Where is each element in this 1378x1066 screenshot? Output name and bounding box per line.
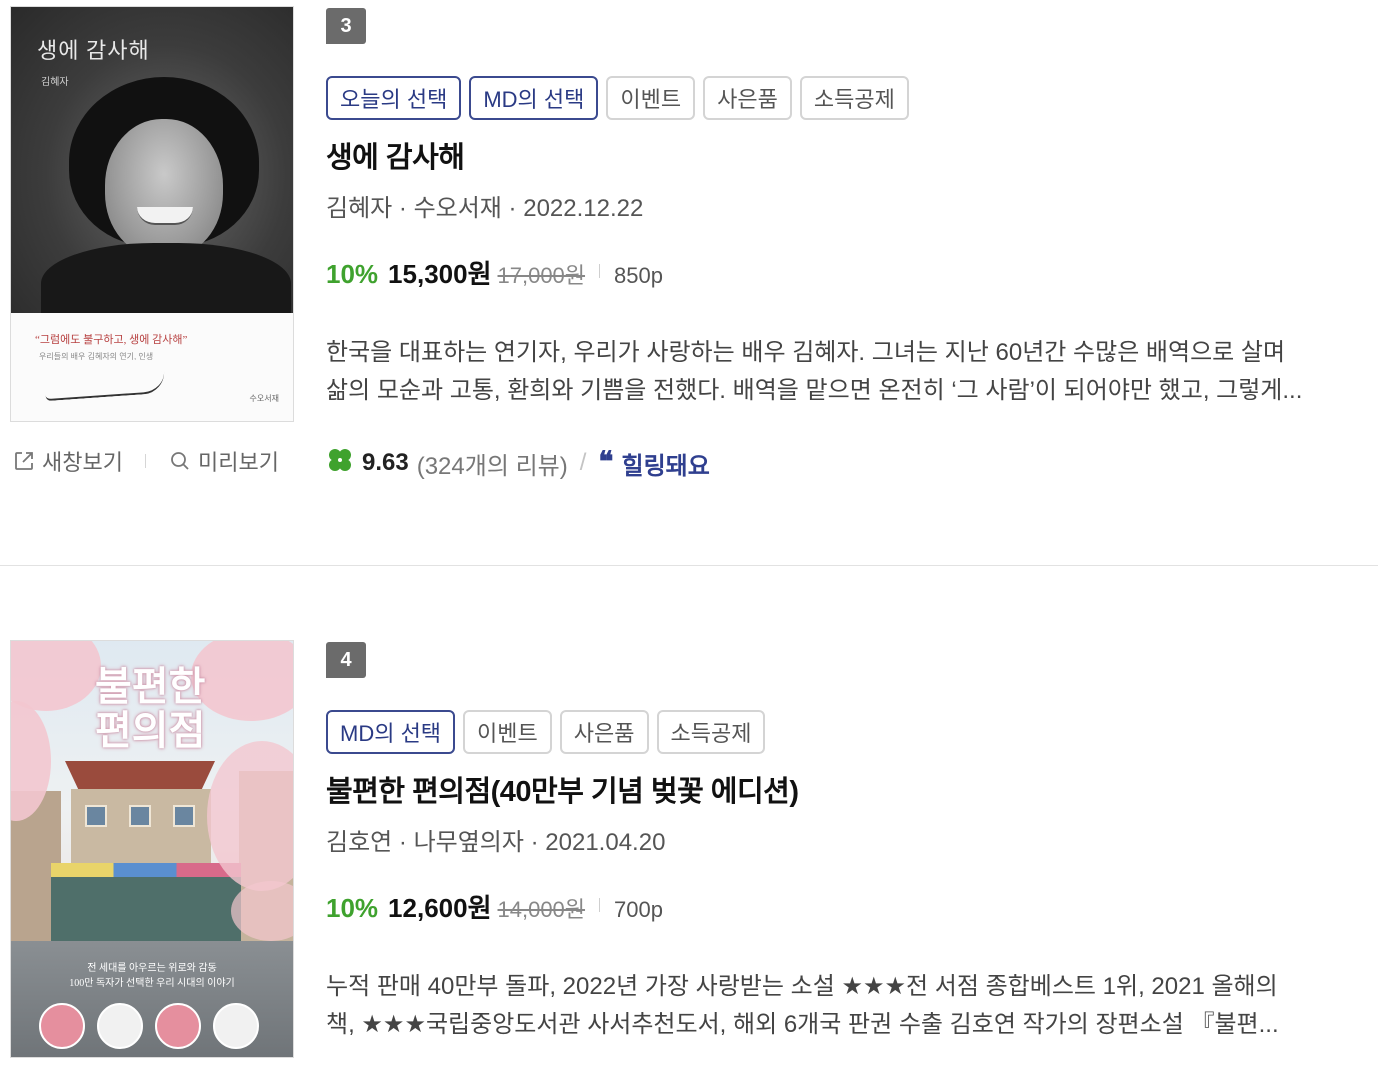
book-description[interactable]: 누적 판매 40만부 돌파, 2022년 가장 사랑받는 소설 ★★★전 서점 …	[326, 968, 1356, 1044]
book-item: 생에 감사해 김혜자 “그럼에도 불구하고, 생에 감사해” 우리들의 배우 김…	[0, 0, 1378, 565]
divider	[144, 454, 146, 468]
review-keyword: 힐링돼요	[621, 452, 710, 480]
description-line: 한국을 대표하는 연기자, 우리가 사랑하는 배우 김혜자. 그녀는 지난 60…	[326, 339, 1286, 366]
description-line: 책, ★★★국립중앙도서관 사서추천도서, 해외 6개국 판권 수출 김호연 작…	[326, 1011, 1279, 1038]
new-window-button[interactable]: 새창보기	[12, 445, 123, 477]
review-score: 9.63	[362, 449, 409, 476]
tag-tax-deduction[interactable]: 소득공제	[656, 710, 766, 754]
quote-icon: ❝	[598, 447, 614, 478]
preview-label: 미리보기	[197, 450, 279, 475]
book-info: 3 오늘의 선택 MD의 선택 이벤트 사은품 소득공제 생에 감사해 김혜자 …	[326, 8, 1356, 480]
tag-event[interactable]: 이벤트	[606, 76, 696, 120]
description-line: 삶의 모순과 고통, 환희와 기쁨을 전했다. 배역을 맡으면 온전히 ‘그 사…	[326, 377, 1303, 404]
book-title[interactable]: 불편한 편의점(40만부 기념 벚꽃 에디션)	[326, 774, 1356, 810]
divider: /	[579, 449, 587, 476]
page-count: 850p	[614, 263, 663, 288]
divider	[599, 264, 601, 278]
divider	[599, 898, 601, 912]
tag-event[interactable]: 이벤트	[463, 710, 552, 754]
book-info: 4 MD의 선택 이벤트 사은품 소득공제 불편한 편의점(40만부 기념 벚꽃…	[326, 642, 1356, 1044]
tag-md-pick[interactable]: MD의 선택	[326, 710, 456, 754]
page-count: 700p	[614, 897, 663, 922]
cover-publisher: 수오서재	[249, 394, 279, 403]
cover-actions: 새창보기 미리보기	[12, 444, 279, 478]
original-price: 14,000원	[497, 897, 586, 922]
tag-today-pick[interactable]: 오늘의 선택	[326, 76, 462, 120]
cover-author: 김혜자	[41, 77, 69, 88]
tag-list: 오늘의 선택 MD의 선택 이벤트 사은품 소득공제	[326, 76, 1356, 120]
cover-quote: “그럼에도 불구하고, 생에 감사해”	[35, 334, 188, 346]
review-row[interactable]: 9.63 (324개의 리뷰) / ❝ 힐링돼요	[326, 446, 1356, 480]
original-price: 17,000원	[497, 263, 586, 288]
rank-badge: 3	[326, 8, 366, 44]
book-meta: 김혜자 · 수오서재 · 2022.12.22	[326, 195, 644, 222]
tag-tax-deduction[interactable]: 소득공제	[799, 76, 909, 120]
book-meta: 김호연 · 나무옆의자 · 2021.04.20	[326, 829, 666, 856]
sale-price: 12,600원	[388, 893, 492, 923]
cover-quote-sub: 우리들의 배우 김혜자의 연기, 인생	[39, 352, 154, 361]
new-window-label: 새창보기	[42, 450, 123, 475]
book-description[interactable]: 한국을 대표하는 연기자, 우리가 사랑하는 배우 김혜자. 그녀는 지난 60…	[326, 334, 1356, 410]
discount-rate: 10%	[326, 893, 379, 923]
cover-title: 불편한 편의점	[95, 665, 206, 753]
book-cover[interactable]: 불편한 편의점 전 세대를 아우르는 위로와 감동 100만 독자가 선택한 우…	[10, 640, 294, 1058]
clover-icon	[326, 446, 354, 481]
tag-list: MD의 선택 이벤트 사은품 소득공제	[326, 710, 1356, 754]
book-item: 불편한 편의점 전 세대를 아우르는 위로와 감동 100만 독자가 선택한 우…	[0, 566, 1378, 1066]
discount-rate: 10%	[326, 259, 379, 289]
book-title[interactable]: 생에 감사해	[326, 140, 1356, 176]
book-cover[interactable]: 생에 감사해 김혜자 “그럼에도 불구하고, 생에 감사해” 우리들의 배우 김…	[10, 6, 294, 422]
rank-badge: 4	[326, 642, 366, 678]
review-count: (324개의 리뷰)	[416, 452, 568, 480]
cover-blurb: 전 세대를 아우르는 위로와 감동 100만 독자가 선택한 우리 시대의 이야…	[69, 963, 235, 989]
tag-gift[interactable]: 사은품	[559, 710, 649, 754]
cover-title: 생에 감사해	[37, 38, 150, 63]
preview-button[interactable]: 미리보기	[168, 445, 279, 477]
price-row: 10% 15,300원 17,000원 850p	[326, 254, 1356, 289]
cover-bottom: “그럼에도 불구하고, 생에 감사해” 우리들의 배우 김혜자의 연기, 인생 …	[11, 313, 293, 421]
tag-gift[interactable]: 사은품	[703, 76, 792, 120]
cover-photo: 생에 감사해 김혜자	[11, 7, 293, 313]
external-link-icon	[12, 449, 36, 473]
search-icon	[168, 449, 192, 473]
cover-signature	[44, 370, 166, 402]
description-line: 누적 판매 40만부 돌파, 2022년 가장 사랑받는 소설 ★★★전 서점 …	[326, 973, 1278, 1000]
price-row: 10% 12,600원 14,000원 700p	[326, 888, 1356, 923]
sale-price: 15,300원	[388, 259, 492, 289]
tag-md-pick[interactable]: MD의 선택	[469, 76, 599, 120]
